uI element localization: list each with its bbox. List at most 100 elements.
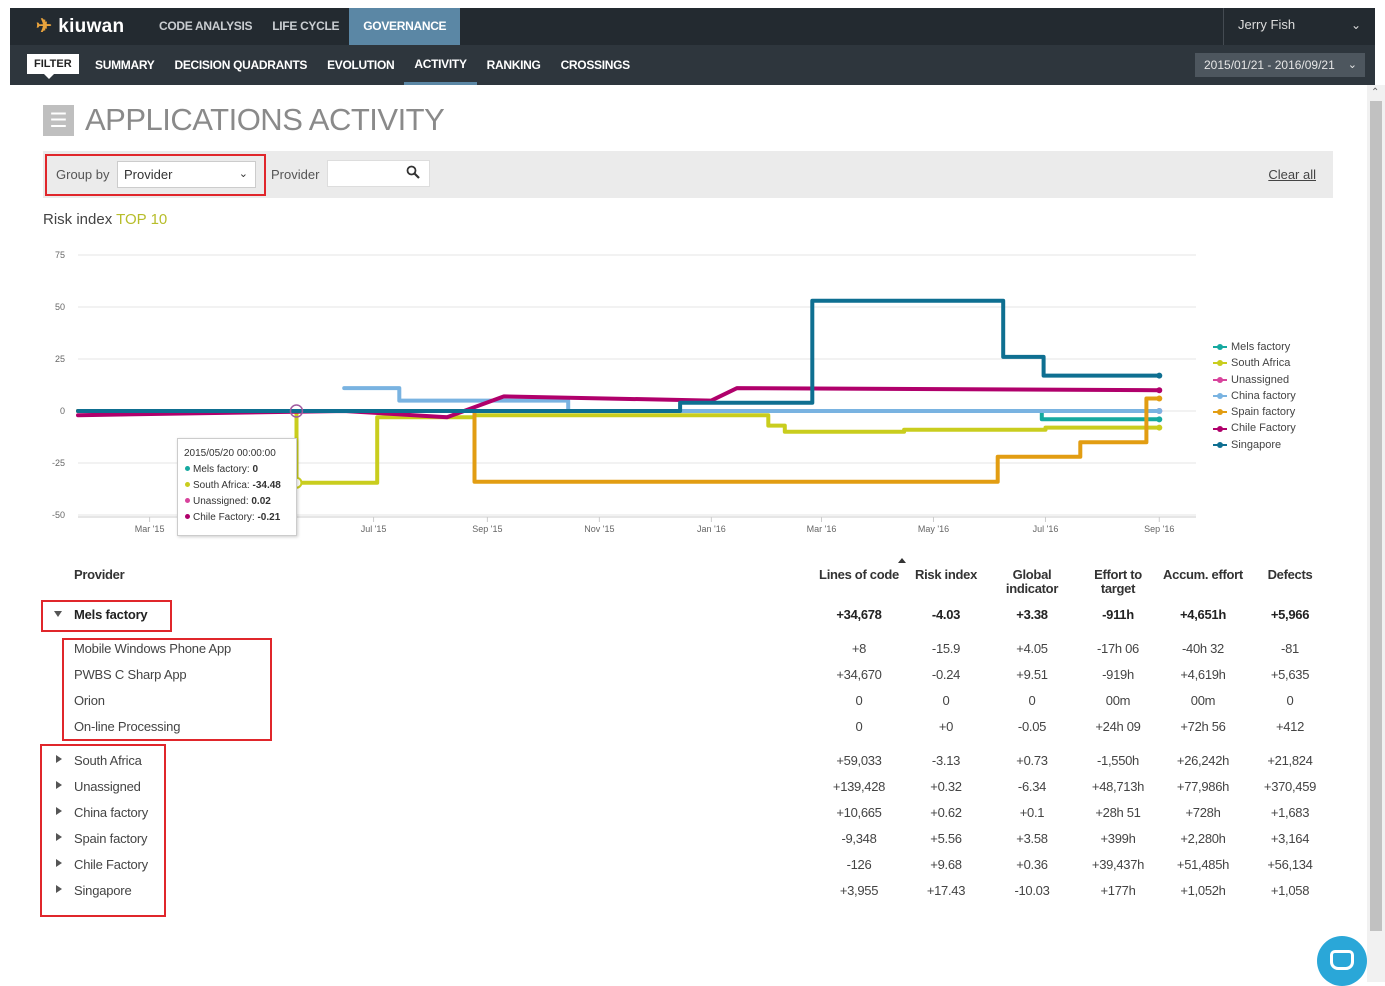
table-cell: +0: [938, 719, 954, 734]
clear-all-link[interactable]: Clear all: [1268, 167, 1316, 182]
page-scrollbar[interactable]: ⌃: [1367, 85, 1385, 982]
table-cell: +8: [851, 641, 867, 656]
group-row[interactable]: South Africa +59,033 -3.13 +0.73 -1,550h +26,…: [43, 750, 1333, 772]
header-risk-index[interactable]: Risk index: [912, 568, 980, 582]
table-cell: +412: [1275, 719, 1305, 734]
table-cell: +0.1: [1019, 805, 1045, 820]
x-tick-label: May '16: [918, 524, 949, 534]
table-cell: +4,651h: [1180, 607, 1226, 622]
table-cell: -0.24: [931, 667, 961, 682]
table-cell: +5.56: [930, 831, 962, 846]
chat-launcher-button[interactable]: [1317, 936, 1367, 986]
x-tick-label: Jul '16: [1033, 524, 1059, 534]
user-menu[interactable]: Jerry Fish ⌄: [1223, 8, 1375, 45]
header-provider[interactable]: Provider: [74, 568, 125, 582]
group-row[interactable]: Spain factory -9,348 +5.56 +3.58 +399h +2,280…: [43, 828, 1333, 850]
sort-arrow-icon[interactable]: [898, 558, 906, 563]
series-end-point-mels-factory: [1156, 416, 1163, 423]
provider-search-input[interactable]: [327, 160, 430, 187]
nav-governance[interactable]: GOVERNANCE: [349, 8, 461, 45]
y-tick-label: 25: [55, 354, 65, 364]
series-dot-icon: [185, 498, 190, 503]
legend-item[interactable]: Singapore: [1213, 437, 1296, 453]
tab-activity[interactable]: ACTIVITY: [404, 45, 477, 85]
table-cell: +34,670: [836, 667, 882, 682]
legend-label: Spain factory: [1231, 406, 1296, 419]
date-range-value: 2015/01/21 - 2016/09/21: [1204, 58, 1335, 72]
tab-summary[interactable]: SUMMARY: [85, 45, 164, 85]
legend-item[interactable]: China factory: [1213, 388, 1296, 404]
header-defects[interactable]: Defects: [1259, 568, 1321, 582]
header-effort-to-target[interactable]: Effort to target: [1085, 568, 1151, 596]
table-cell: +72h 56: [1180, 719, 1226, 734]
date-range-selector[interactable]: 2015/01/21 - 2016/09/21 ⌄: [1195, 53, 1365, 77]
page-header: ☰ APPLICATIONS ACTIVITY: [43, 102, 445, 138]
header-lines-of-code[interactable]: Lines of code: [819, 568, 899, 582]
provider-label: Provider: [271, 167, 320, 182]
table-cell: +5,966: [1270, 607, 1310, 622]
group-by-select[interactable]: Provider ⌄: [117, 161, 256, 188]
table-cell: +48,713h: [1091, 779, 1145, 794]
page-title: APPLICATIONS ACTIVITY: [85, 102, 445, 137]
group-row[interactable]: Singapore +3,955 +17.43 -10.03 +177h +1,052h +…: [43, 880, 1333, 902]
legend-item[interactable]: Mels factory: [1213, 339, 1296, 355]
top-navigation-bar: ✈ kiuwan CODE ANALYSIS LIFE CYCLE GOVERNA…: [10, 8, 1375, 45]
group-row[interactable]: China factory +10,665 +0.62 +0.1 +28h 51 +728…: [43, 802, 1333, 824]
legend-item[interactable]: Chile Factory: [1213, 420, 1296, 436]
table-cell: +370,459: [1263, 779, 1317, 794]
table-cell: -3.13: [931, 753, 961, 768]
chart-title: Risk index TOP 10: [43, 211, 167, 228]
table-cell: 00m: [1190, 693, 1216, 708]
collapsed-groups-highlight: [40, 744, 166, 917]
search-icon[interactable]: [406, 165, 420, 179]
governance-subnav-bar: FILTER SUMMARY DECISION QUADRANTS EVOLUT…: [10, 45, 1375, 85]
tab-ranking[interactable]: RANKING: [477, 45, 551, 85]
table-cell: +0.36: [1016, 857, 1048, 872]
legend-swatch-icon: [1213, 360, 1227, 367]
legend-item[interactable]: Spain factory: [1213, 404, 1296, 420]
legend-swatch-icon: [1213, 392, 1227, 399]
scroll-up-arrow-icon[interactable]: ⌃: [1371, 87, 1379, 98]
main-nav: CODE ANALYSIS LIFE CYCLE GOVERNANCE: [149, 8, 461, 45]
series-end-point-singapore: [1156, 372, 1163, 379]
table-cell: +1,058: [1270, 883, 1310, 898]
filter-button[interactable]: FILTER: [27, 54, 79, 79]
tab-evolution[interactable]: EVOLUTION: [317, 45, 404, 85]
chevron-down-icon: ⌄: [1350, 18, 1361, 32]
y-tick-label: -25: [52, 458, 65, 468]
chart-title-top10: TOP 10: [116, 211, 168, 228]
legend-label: South Africa: [1231, 357, 1291, 370]
series-end-point-south-africa: [1156, 424, 1163, 431]
group-row[interactable]: Unassigned +139,428 +0.32 -6.34 +48,713h +77,…: [43, 776, 1333, 798]
x-tick-label: Jan '16: [697, 524, 726, 534]
table-cell: +0.73: [1016, 753, 1048, 768]
table-cell: +3.58: [1016, 831, 1048, 846]
kiuwan-logo[interactable]: ✈ kiuwan: [36, 15, 124, 38]
scrollbar-thumb[interactable]: [1370, 101, 1382, 931]
table-cell: -126: [846, 857, 872, 872]
legend-swatch-icon: [1213, 376, 1227, 383]
tab-decision-quadrants[interactable]: DECISION QUADRANTS: [164, 45, 317, 85]
header-global-indicator[interactable]: Global indicator: [999, 568, 1065, 596]
chart-legend: Mels factory South Africa Unassigned China …: [1213, 339, 1296, 453]
group-row[interactable]: Chile Factory -126 +9.68 +0.36 +39,437h +51,4…: [43, 854, 1333, 876]
nav-code-analysis[interactable]: CODE ANALYSIS: [149, 8, 262, 45]
legend-item[interactable]: Unassigned: [1213, 372, 1296, 388]
group-by-value: Provider: [124, 167, 173, 182]
tooltip-item: Chile Factory: -0.21: [184, 510, 290, 526]
table-cell: -81: [1281, 641, 1299, 656]
series-end-point-china-factory: [1156, 408, 1163, 414]
group-row[interactable]: Mels factory +34,678 -4.03 +3.38 -911h +4,651…: [43, 604, 1333, 626]
table-cell: +0.62: [930, 805, 962, 820]
menu-icon[interactable]: ☰: [43, 104, 74, 136]
group-by-label: Group by: [56, 167, 110, 182]
header-accum-effort[interactable]: Accum. effort: [1161, 568, 1245, 582]
nav-life-cycle[interactable]: LIFE CYCLE: [262, 8, 349, 45]
table-cell: +56,134: [1267, 857, 1313, 872]
table-cell: +5,635: [1270, 667, 1310, 682]
tab-crossings[interactable]: CROSSINGS: [551, 45, 640, 85]
governance-tabs: SUMMARY DECISION QUADRANTS EVOLUTION ACT…: [85, 45, 640, 85]
table-cell: +1,683: [1270, 805, 1310, 820]
x-tick-label: Mar '16: [807, 524, 837, 534]
legend-item[interactable]: South Africa: [1213, 355, 1296, 371]
